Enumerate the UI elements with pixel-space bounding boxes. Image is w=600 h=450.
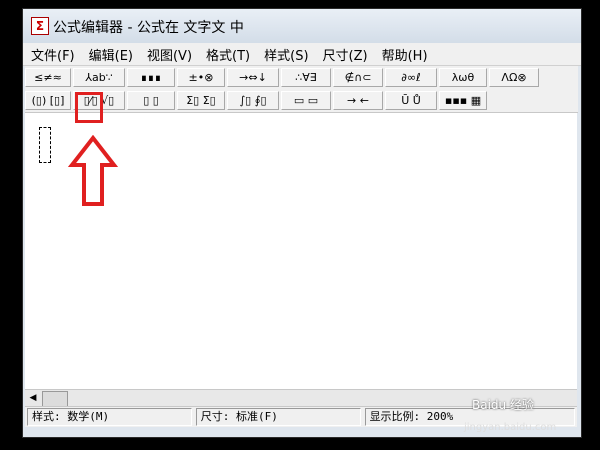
- menu-style[interactable]: 样式(S): [258, 45, 314, 64]
- template-palette-toolbar: (▯) [▯] ▯⁄▯ √▯ ▯ ▯ Σ▯ Σ▯ ∫▯ ∮▯ ▭ ▭ → ← Ū…: [25, 89, 578, 113]
- labeled-arrow-templates-button[interactable]: → ←: [333, 91, 383, 110]
- menu-size[interactable]: 尺寸(Z): [317, 45, 374, 64]
- menu-file[interactable]: 文件(F): [25, 45, 81, 64]
- underbar-overbar-templates-button[interactable]: ▭ ▭: [281, 91, 331, 110]
- symbol-palette-toolbar: ≤≠≈ ⅄ab∵ ∎∎∎ ±•⊗ →⇔↓ ∴∀∃ ∉∩⊂ ∂∞ℓ λωθ ΛΩ⊗: [25, 66, 578, 89]
- window-title: 公式编辑器 - 公式在 文字文 中: [53, 20, 244, 36]
- matrix-templates-button[interactable]: ▪▪▪ ▦: [439, 91, 487, 110]
- menu-view[interactable]: 视图(V): [141, 45, 198, 64]
- greek-lowercase-palette-button[interactable]: λωθ: [439, 68, 487, 87]
- sigma-app-icon: Σ: [31, 17, 49, 35]
- menu-help[interactable]: 帮助(H): [376, 45, 434, 64]
- relations-palette-button[interactable]: ≤≠≈: [25, 68, 71, 87]
- fence-templates-button[interactable]: (▯) [▯]: [25, 91, 71, 110]
- operators-palette-button[interactable]: ±•⊗: [177, 68, 225, 87]
- title-bar: Σ 公式编辑器 - 公式在 文字文 中: [23, 9, 581, 43]
- logic-palette-button[interactable]: ∴∀∃: [281, 68, 331, 87]
- greek-uppercase-palette-button[interactable]: ΛΩ⊗: [489, 68, 539, 87]
- menu-format[interactable]: 格式(T): [200, 45, 256, 64]
- scroll-thumb[interactable]: [42, 391, 68, 407]
- empty-slot-placeholder[interactable]: [39, 127, 51, 163]
- scroll-left-arrow-icon[interactable]: ◀: [25, 390, 41, 406]
- integral-templates-button[interactable]: ∫▯ ∮▯: [227, 91, 279, 110]
- highlight-box-fraction-button: [75, 92, 103, 123]
- menu-bar: 文件(F) 编辑(E) 视图(V) 格式(T) 样式(S) 尺寸(Z) 帮助(H…: [23, 43, 581, 66]
- products-set-templates-button[interactable]: Ū Ů: [385, 91, 437, 110]
- status-size: 尺寸: 标准(F): [195, 408, 361, 426]
- status-style: 样式: 数学(M): [27, 408, 192, 426]
- misc-symbols-palette-button[interactable]: ∂∞ℓ: [385, 68, 437, 87]
- watermark-url: jingyan.baidu.com: [464, 422, 557, 433]
- watermark-brand: Baidu 经验: [472, 398, 534, 412]
- summation-templates-button[interactable]: Σ▯ Σ▯: [177, 91, 225, 110]
- equation-editor-window: Σ 公式编辑器 - 公式在 文字文 中 文件(F) 编辑(E) 视图(V) 格式…: [22, 8, 582, 438]
- arrows-palette-button[interactable]: →⇔↓: [227, 68, 279, 87]
- subscript-superscript-templates-button[interactable]: ▯ ▯: [127, 91, 175, 110]
- menu-edit[interactable]: 编辑(E): [83, 45, 139, 64]
- spaces-ellipses-palette-button[interactable]: ⅄ab∵: [73, 68, 125, 87]
- embellishments-palette-button[interactable]: ∎∎∎: [127, 68, 175, 87]
- red-up-arrow-icon: [68, 135, 118, 206]
- set-theory-palette-button[interactable]: ∉∩⊂: [333, 68, 383, 87]
